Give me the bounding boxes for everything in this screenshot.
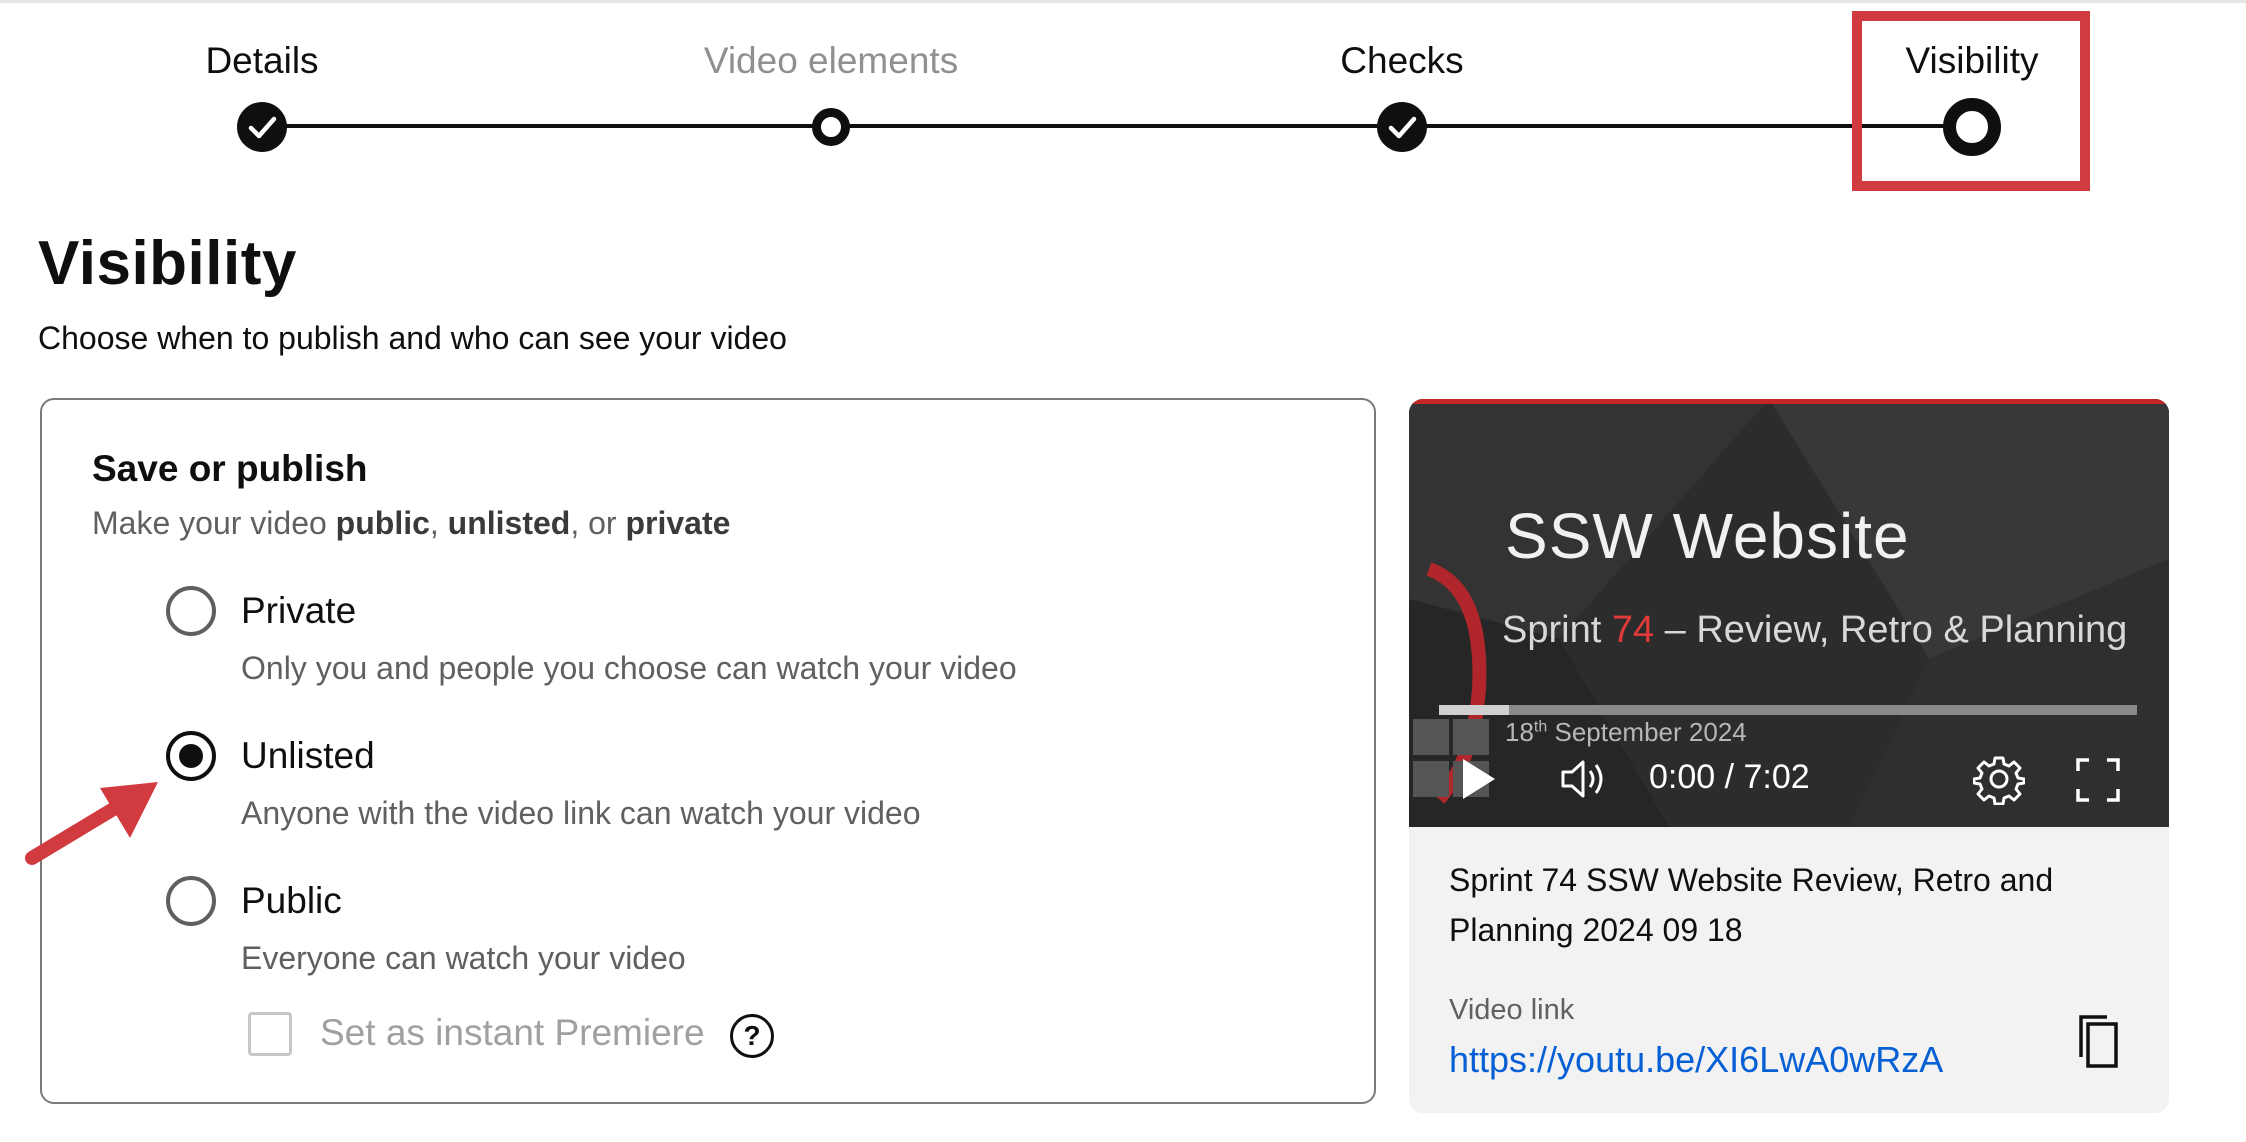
video-player[interactable]: SSW Website Sprint 74 – Review, Retro & …	[1409, 399, 2169, 827]
visibility-highlight-box	[1852, 11, 2090, 191]
option-desc-public: Everyone can watch your video	[241, 940, 686, 976]
page-subtitle: Choose when to publish and who can see y…	[38, 320, 787, 356]
video-link-label: Video link	[1449, 994, 1575, 1026]
step-video-elements-node[interactable]	[812, 108, 850, 146]
radio-public[interactable]	[166, 876, 216, 926]
fullscreen-icon[interactable]	[2075, 757, 2121, 803]
step-details-check-icon[interactable]	[237, 102, 287, 152]
video-link-url[interactable]: https://youtu.be/XI6LwA0wRzA	[1449, 1039, 1943, 1081]
thumbnail-date: 18th September 2024	[1505, 717, 1747, 747]
copy-icon[interactable]	[2073, 1011, 2123, 1071]
instant-premiere-label: Set as instant Premiere	[320, 1012, 705, 1053]
play-icon[interactable]	[1459, 755, 1499, 803]
step-checks-check-icon[interactable]	[1377, 102, 1427, 152]
video-preview-panel: SSW Website Sprint 74 – Review, Retro & …	[1409, 399, 2169, 1113]
option-desc-unlisted: Anyone with the video link can watch you…	[241, 795, 921, 831]
video-progress-buffer	[1439, 705, 1509, 715]
video-title: Sprint 74 SSW Website Review, Retro and …	[1449, 862, 2054, 948]
stepper-track	[262, 124, 1972, 128]
option-label-private[interactable]: Private	[241, 590, 356, 632]
option-desc-private: Only you and people you choose can watch…	[241, 650, 1017, 686]
thumbnail-subtitle: Sprint 74 – Review, Retro & Planning	[1502, 609, 2128, 651]
radio-unlisted[interactable]	[166, 731, 216, 781]
video-progress-track[interactable]	[1439, 705, 2137, 715]
video-time: 0:00 / 7:02	[1649, 758, 1810, 796]
settings-gear-icon[interactable]	[1973, 753, 2025, 805]
option-label-unlisted[interactable]: Unlisted	[241, 735, 375, 777]
annotation-arrow-icon	[25, 782, 158, 865]
thumbnail-title: SSW Website	[1505, 500, 1910, 572]
option-label-public[interactable]: Public	[241, 880, 342, 922]
instant-premiere-checkbox[interactable]	[248, 1012, 292, 1056]
step-label-video-elements[interactable]: Video elements	[704, 40, 958, 82]
top-divider	[0, 0, 2246, 3]
video-top-accent	[1409, 399, 2169, 404]
page-title: Visibility	[38, 229, 297, 298]
radio-private[interactable]	[166, 586, 216, 636]
save-or-publish-subtitle: Make your video public, unlisted, or pri…	[92, 505, 731, 541]
step-label-details[interactable]: Details	[205, 40, 318, 82]
step-label-checks[interactable]: Checks	[1340, 40, 1463, 82]
volume-icon[interactable]	[1559, 755, 1611, 803]
save-or-publish-title: Save or publish	[92, 448, 368, 489]
help-icon[interactable]: ?	[730, 1014, 774, 1058]
radio-selected-dot	[179, 744, 203, 768]
